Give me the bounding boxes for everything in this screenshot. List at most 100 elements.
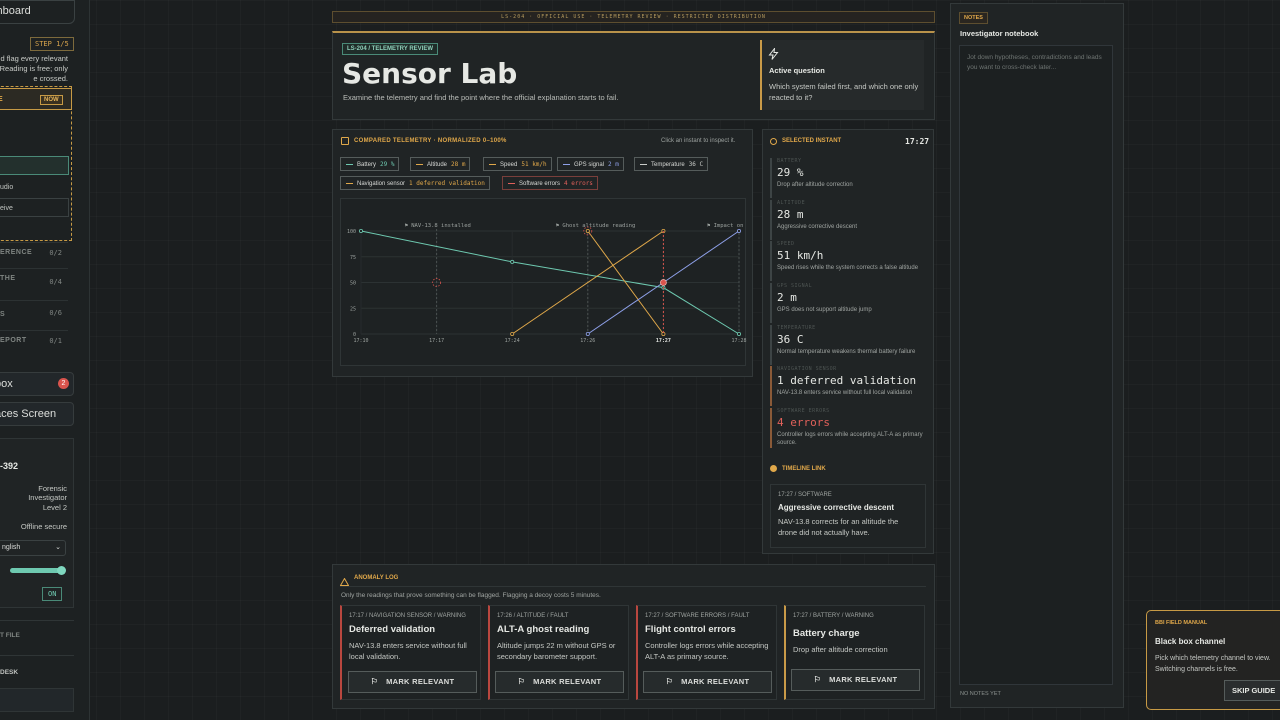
data-point: [736, 331, 741, 336]
channel-row-receive: eive: [0, 205, 13, 212]
channel-chip-speed[interactable]: Speed 51 km/h: [483, 157, 552, 171]
sidebar-divider: [0, 620, 74, 621]
desk-panel[interactable]: [0, 688, 74, 712]
metric-row: ALTITUDE 28 m Aggressive corrective descen…: [770, 200, 926, 240]
flag-icon: ⚐: [517, 677, 526, 686]
data-point: [510, 259, 515, 264]
selected-instant-header: SELECTED INSTANT: [782, 138, 842, 144]
anomaly-text: Altitude jumps 22 m without GPS or secon…: [497, 641, 616, 661]
profile-status: Offline secure: [20, 522, 67, 531]
metric-note: GPS does not support altitude jump: [777, 307, 872, 313]
metric-label: GPS SIGNAL: [777, 283, 813, 289]
notes-title: Investigator notebook: [960, 29, 1039, 38]
data-point: [585, 331, 590, 336]
chip-value: 1 deferred validation: [409, 180, 485, 187]
sidebar-nav-label: S: [0, 311, 6, 318]
metric-label: TEMPERATURE: [777, 325, 816, 331]
x-tick-label: 17:24: [505, 338, 520, 344]
series-swatch: [346, 182, 353, 184]
chip-value: 2 m: [608, 161, 619, 168]
y-tick-label: 25: [350, 306, 356, 312]
timeline-link-header: TIMELINE LINK: [782, 466, 826, 472]
data-point: [510, 331, 515, 336]
selected-channel-row[interactable]: [0, 156, 69, 175]
dashboard-button[interactable]: shboard: [0, 0, 75, 24]
mark-relevant-button[interactable]: ⚐ MARK RELEVANT: [348, 671, 477, 693]
desk-link[interactable]: DESK: [0, 669, 18, 676]
profile-id: -392: [0, 461, 19, 471]
active-question-text: Which system failed first, and which one…: [769, 82, 919, 102]
case-tag: LS-204 / TELEMETRY REVIEW: [342, 43, 439, 55]
sidebar-nav-label: ERENCE: [0, 249, 33, 256]
language-select[interactable]: nglish ⌄: [0, 540, 66, 556]
metric-note: Controller logs errors while accepting A…: [777, 432, 923, 446]
channel-chip-navigation[interactable]: Navigation sensor 1 deferred validation: [340, 176, 490, 190]
mark-relevant-button[interactable]: ⚐ MARK RELEVANT: [495, 671, 624, 693]
sidebar-nav-item[interactable]: THE 0/4: [0, 268, 68, 296]
x-tick-label: 17:28: [731, 338, 746, 344]
metric-note: Aggressive corrective descent: [777, 224, 858, 230]
anomaly-title: Flight control errors: [645, 624, 736, 635]
clock-icon: [770, 138, 777, 145]
anomaly-title: Battery charge: [793, 628, 860, 639]
channel-chip-temperature[interactable]: Temperature 36 C: [634, 157, 709, 171]
chip-value: 36 C: [688, 161, 704, 168]
mark-relevant-label: MARK RELEVANT: [386, 677, 455, 686]
sidebar-nav-count: 0/1: [49, 337, 62, 345]
page-title: Sensor Lab: [342, 57, 518, 90]
timeline-meta: 17:27 / SOFTWARE: [778, 492, 832, 498]
anomaly-meta: 17:26 / ALTITUDE / FAULT: [497, 613, 569, 619]
mark-relevant-button[interactable]: ⚐ MARK RELEVANT: [643, 671, 772, 693]
telemetry-icon: [341, 137, 349, 145]
timeline-card[interactable]: 17:27 / SOFTWARE Aggressive corrective d…: [770, 484, 926, 548]
anomaly-text: NAV-13.8 enters service without full loc…: [349, 641, 467, 661]
metric-label: NAVIGATION SENSOR: [777, 366, 837, 372]
selected-instant-marker: [659, 279, 667, 286]
chip-value: 4 errors: [564, 180, 593, 187]
lightning-icon: [768, 46, 779, 65]
channel-chip-software-errors[interactable]: Software errors 4 errors: [502, 176, 598, 190]
telemetry-header: COMPARED TELEMETRY · NORMALIZED 0–100%: [354, 138, 507, 144]
channel-chip-altitude[interactable]: Altitude 28 m: [410, 157, 471, 171]
channel-chip-gps[interactable]: GPS signal 2 m: [557, 157, 624, 171]
y-tick-label: 75: [350, 255, 356, 261]
metric-value: 2 m: [777, 291, 797, 304]
link-icon: [770, 465, 777, 472]
sidebar: shboard STEP 1/5 d flag every relevant R…: [0, 0, 90, 720]
flag-icon: ⚐: [370, 677, 379, 686]
mark-relevant-label: MARK RELEVANT: [533, 677, 602, 686]
series-swatch: [346, 163, 353, 165]
chip-value: 28 m: [451, 161, 466, 168]
faces-screen-button[interactable]: aces Screen: [0, 402, 74, 426]
anomaly-text: Controller logs errors while accepting A…: [645, 641, 769, 661]
profile-role: Forensic Investigator: [28, 484, 67, 502]
step-indicator: STEP 1/5: [30, 37, 74, 51]
chip-label: GPS signal: [574, 162, 605, 168]
skip-guide-button[interactable]: SKIP GUIDE: [1224, 680, 1280, 701]
chip-label: Software errors: [519, 181, 561, 187]
channel-row-audio[interactable]: udio: [0, 184, 13, 191]
notes-status: NO NOTES YET: [960, 691, 1001, 697]
field-manual-text: Pick which telemetry channel to view. Sw…: [1155, 655, 1271, 673]
sidebar-nav-item[interactable]: S 0/6: [0, 300, 68, 326]
telemetry-chart-svg[interactable]: 025507510017:10 17:17 17:24 17:26 17:27 17:28…: [341, 199, 753, 367]
notes-textarea[interactable]: Jot down hypotheses, contradictions and …: [959, 45, 1113, 685]
mark-relevant-button[interactable]: ⚐ MARK RELEVANT: [791, 669, 920, 691]
sidebar-nav-item[interactable]: ERENCE 0/2: [0, 242, 68, 264]
metric-label: ALTITUDE: [777, 200, 806, 206]
channel-chip-battery[interactable]: Battery 29 %: [340, 157, 400, 171]
sidebar-intro-line: d flag every relevant: [0, 54, 68, 63]
sidebar-nav-item[interactable]: EPORT 0/1: [0, 330, 68, 352]
x-tick-label: 17:10: [353, 338, 368, 344]
sound-toggle[interactable]: ON: [42, 587, 63, 601]
active-question-title: Active question: [769, 66, 825, 75]
mark-relevant-label: MARK RELEVANT: [829, 675, 898, 684]
telemetry-chart[interactable]: 0 25 50 75 100 17:10 17:17 17:24 17:26 17:27 17:28…: [340, 198, 753, 367]
case-file-link[interactable]: T FILE: [0, 632, 20, 639]
volume-slider-handle[interactable]: [57, 566, 66, 575]
telemetry-hint: Click an instant to inspect it.: [661, 138, 736, 144]
anomaly-divider: [340, 586, 926, 587]
series-swatch: [508, 182, 515, 184]
metric-note: Speed rises while the system corrects a …: [777, 265, 919, 271]
sidebar-divider: [0, 655, 74, 656]
